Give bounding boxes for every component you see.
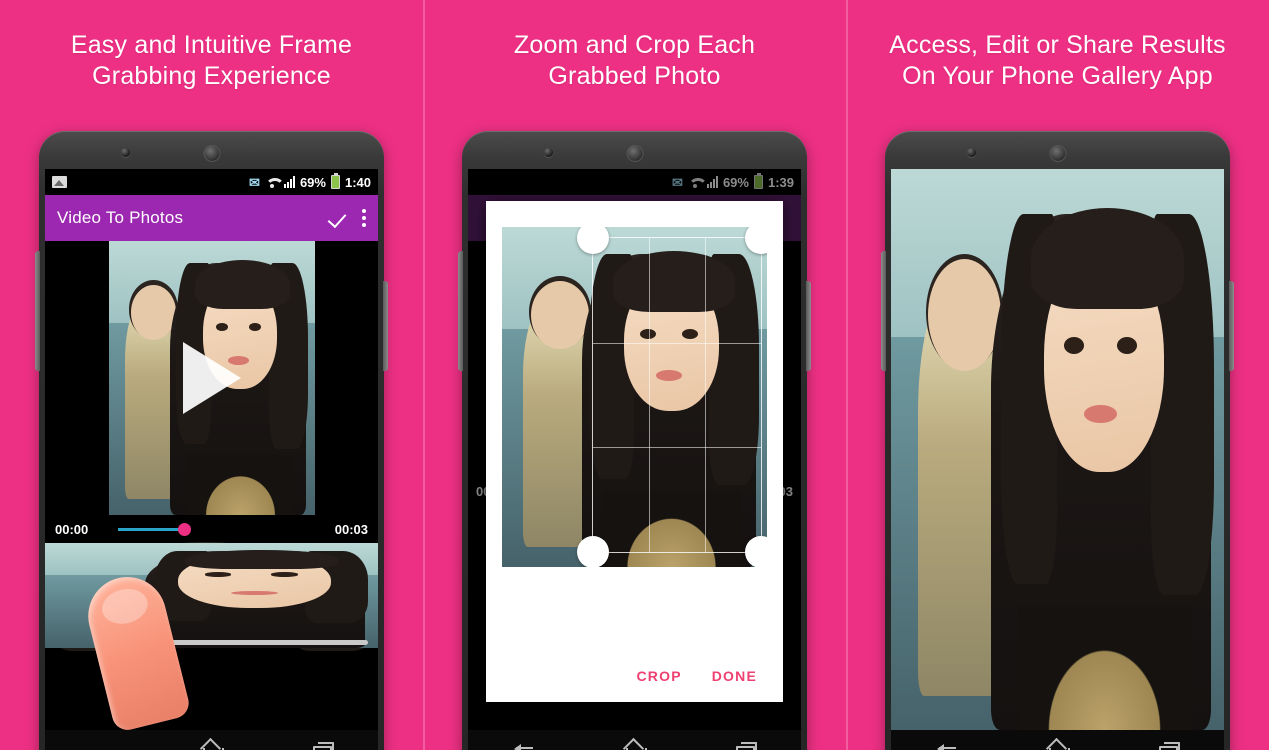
phone-screen-1: ✉ 69% 1:40 Video To Photos 00:00 00:03 <box>45 169 378 730</box>
panel-gallery-results: Access, Edit or Share Results On Your Ph… <box>846 0 1269 750</box>
phone-screen-2: ✉ 69% 1:39 00 03 CROP DONE <box>468 169 801 730</box>
front-camera-icon <box>544 148 553 157</box>
crop-image-area[interactable] <box>502 227 767 567</box>
panel-frame-grabbing: Easy and Intuitive Frame Grabbing Experi… <box>0 0 423 750</box>
wifi-icon <box>265 177 279 188</box>
promo-banner: Easy and Intuitive Frame Grabbing Experi… <box>0 0 1269 750</box>
navigation-bar-1 <box>45 730 378 750</box>
status-system-icons: ✉ 69% 1:40 <box>249 173 371 190</box>
check-icon[interactable] <box>329 207 351 229</box>
current-time-label: 00:00 <box>55 521 89 537</box>
video-player[interactable] <box>45 241 378 515</box>
phone-earpiece-area <box>891 131 1224 169</box>
headline-line-1: Access, Edit or Share Results <box>889 31 1226 59</box>
seek-progress <box>118 528 185 531</box>
bluetooth-icon: ✉ <box>249 174 260 190</box>
panel-1-headline: Easy and Intuitive Frame Grabbing Experi… <box>32 30 392 93</box>
battery-percent-label: 69% <box>299 174 326 190</box>
recents-icon[interactable] <box>311 739 335 750</box>
crop-dialog: CROP DONE <box>486 201 783 702</box>
headline-line-1: Easy and Intuitive Frame <box>70 31 353 59</box>
gallery-photo <box>891 169 1224 730</box>
back-icon[interactable] <box>512 739 536 750</box>
app-bar-1: Video To Photos <box>45 195 378 241</box>
app-title: Video To Photos <box>57 208 184 227</box>
headline-line-2: On Your Phone Gallery App <box>902 62 1213 91</box>
crop-button[interactable]: CROP <box>637 668 682 684</box>
panel-2-headline: Zoom and Crop Each Grabbed Photo <box>455 30 815 93</box>
thumb-art <box>45 543 378 648</box>
earpiece-speaker-icon <box>203 145 220 162</box>
phone-earpiece-area <box>468 131 801 169</box>
home-icon[interactable] <box>1046 739 1070 750</box>
video-seek-bar[interactable]: 00:00 00:03 <box>45 515 378 543</box>
done-button[interactable]: DONE <box>712 668 757 684</box>
back-icon[interactable] <box>935 739 959 750</box>
headline-line-2: Grabbed Photo <box>548 62 721 91</box>
status-bar-1: ✉ 69% 1:40 <box>45 169 378 195</box>
earpiece-speaker-icon <box>1049 145 1066 162</box>
list-item[interactable] <box>891 169 1224 730</box>
top-left-handle[interactable] <box>577 227 610 255</box>
phone-screen-3: ✉ 69% 1:42 B612_20151230_1… <box>891 169 1224 730</box>
gallery-icon <box>52 176 67 188</box>
crop-selection-rect[interactable] <box>577 227 767 567</box>
home-icon[interactable] <box>200 739 224 750</box>
phone-mockup-1: ✉ 69% 1:40 Video To Photos 00:00 00:03 <box>35 131 388 750</box>
headline-line-2: Grabbing Experience <box>92 62 331 91</box>
front-camera-icon <box>121 148 130 157</box>
list-item[interactable]: 00:02 <box>45 543 378 648</box>
frame-thumbnail <box>45 543 378 648</box>
recents-icon[interactable] <box>734 739 758 750</box>
bottom-right-handle[interactable] <box>744 536 767 567</box>
more-vertical-icon[interactable] <box>361 209 366 227</box>
home-icon[interactable] <box>623 739 647 750</box>
status-notification-area <box>52 176 244 188</box>
status-clock: 1:40 <box>344 174 371 190</box>
total-time-label: 00:03 <box>334 521 368 537</box>
panel-zoom-crop: Zoom and Crop Each Grabbed Photo ✉ 69% 1… <box>423 0 846 750</box>
navigation-bar-2 <box>468 730 801 750</box>
phone-mockup-2: ✉ 69% 1:39 00 03 CROP DONE <box>458 131 811 750</box>
play-icon[interactable] <box>182 342 241 414</box>
frame-filmstrip[interactable]: 00:00 <box>45 543 378 730</box>
signal-icon <box>283 176 295 188</box>
earpiece-speaker-icon <box>626 145 643 162</box>
phone-earpiece-area <box>45 131 378 169</box>
headline-line-1: Zoom and Crop Each <box>513 31 756 59</box>
crop-dialog-actions: CROP DONE <box>486 668 783 702</box>
gallery-photo-grid[interactable] <box>891 169 1224 730</box>
panel-3-headline: Access, Edit or Share Results On Your Ph… <box>878 30 1238 93</box>
front-camera-icon <box>967 148 976 157</box>
battery-icon <box>330 173 340 189</box>
navigation-bar-3 <box>891 730 1224 750</box>
seek-track[interactable] <box>98 520 325 538</box>
bottom-left-handle[interactable] <box>577 536 610 567</box>
top-right-handle[interactable] <box>744 227 767 255</box>
phone-mockup-3: ✉ 69% 1:42 B612_20151230_1… <box>881 131 1234 750</box>
recents-icon[interactable] <box>1157 739 1181 750</box>
seek-thumb[interactable] <box>178 523 192 536</box>
